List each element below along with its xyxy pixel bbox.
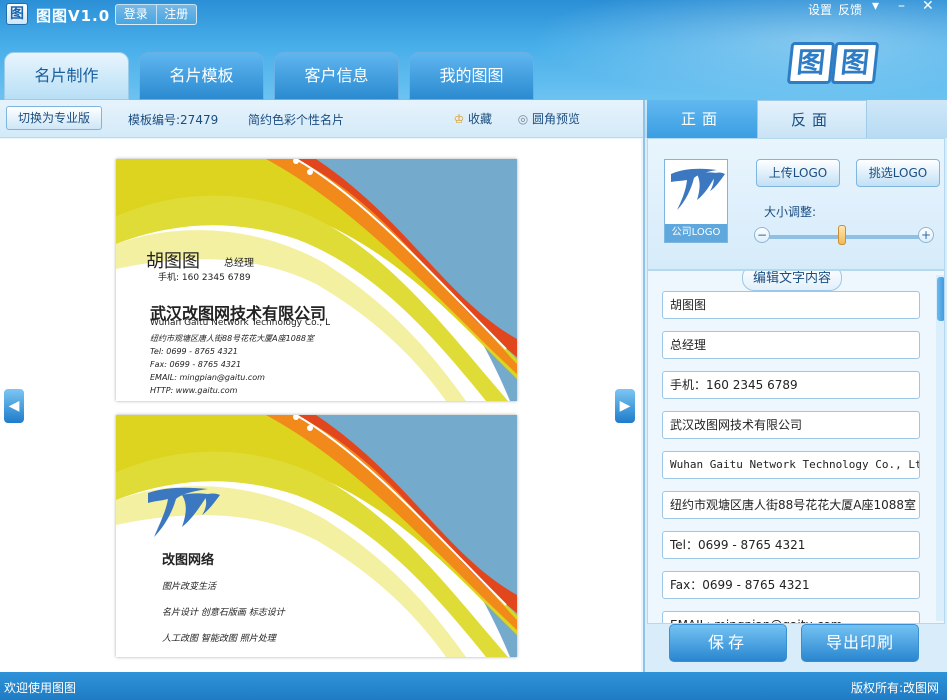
crown-icon: ♔	[453, 111, 465, 126]
title-bar: 图 图图V1.0 登录 注册 设置 反馈 ▾ – ✕ 图 图 名片制作 名片模板…	[0, 0, 947, 100]
favorite-button[interactable]: ♔ 收藏	[452, 110, 492, 127]
round-preview-label: 圆角预览	[532, 112, 581, 126]
size-slider[interactable]	[764, 235, 928, 239]
round-preview-button[interactable]: ◎ 圆角预览	[516, 110, 580, 127]
back-slogan: 图片改变生活	[162, 582, 217, 592]
export-print-button[interactable]: 导出印刷	[801, 624, 919, 662]
card-title: 总经理	[224, 258, 254, 269]
card-company-en: Wuhan Gaitu Network Technology Co., Lt	[150, 318, 330, 328]
arrow-right-icon: ▶	[615, 389, 635, 423]
card-back[interactable]: 改图网络 图片改变生活 名片设计 创意石版画 标志设计 人工改图 智能改图 照片…	[116, 415, 517, 657]
company-logo-preview[interactable]: 公司LOGO	[664, 159, 728, 243]
template-id: 模板编号:27479	[128, 113, 219, 127]
tab-back[interactable]: 反面	[757, 100, 867, 138]
side-tabs: 正面 反面	[645, 100, 947, 138]
app-logo-icon: 图	[6, 3, 28, 25]
round-corner-icon: ◎	[517, 111, 529, 126]
tab-card-making[interactable]: 名片制作	[4, 52, 129, 100]
card-back-waves	[116, 415, 517, 657]
card-address: 纽约市观塘区唐人街88号花花大厦A座1088室	[150, 334, 315, 343]
field-mobile[interactable]: 手机：160 2345 6789	[662, 371, 920, 399]
field-name[interactable]: 胡图图	[662, 291, 920, 319]
copyright-text: 版权所有:改图网	[850, 681, 939, 695]
prev-card-button[interactable]: ◀	[4, 389, 24, 423]
minus-icon[interactable]: −	[754, 227, 770, 243]
card-tel: Tel: 0699 - 8765 4321	[150, 347, 238, 356]
edit-title: 编辑文字内容	[742, 271, 842, 291]
card-front[interactable]: 胡图图 总经理 手机: 160 2345 6789 武汉改图网技术有限公司 Wu…	[116, 159, 517, 401]
brand-logo-tile: 图	[786, 42, 836, 84]
status-bar: 欢迎使用图图 版权所有:改图网	[0, 672, 947, 700]
choose-logo-button[interactable]: 挑选LOGO	[856, 159, 940, 187]
back-services-2: 人工改图 智能改图 照片处理	[162, 634, 276, 644]
brand-logo: 图 图	[786, 40, 881, 86]
field-company-cn[interactable]: 武汉改图网技术有限公司	[662, 411, 920, 439]
field-email[interactable]: EMAIL: mingpian@gaitu.com	[662, 611, 920, 623]
arrow-left-icon: ◀	[4, 389, 24, 423]
card-mobile: 手机: 160 2345 6789	[158, 273, 251, 283]
side-panel: 正面 反面 公司LOGO 上传LOGO 挑选LOGO 大小调整: − + 编辑文…	[643, 100, 947, 672]
system-links: 设置 反馈	[808, 1, 862, 18]
minimize-icon[interactable]: –	[898, 0, 905, 14]
tab-card-templates[interactable]: 名片模板	[139, 52, 264, 100]
logo-panel: 公司LOGO 上传LOGO 挑选LOGO 大小调整: − +	[647, 138, 945, 270]
switch-pro-button[interactable]: 切换为专业版	[6, 106, 102, 130]
text-edit-panel: 编辑文字内容 胡图图 总经理 手机：160 2345 6789 武汉改图网技术有…	[647, 270, 945, 624]
close-icon[interactable]: ✕	[922, 0, 934, 14]
edit-scrollbar[interactable]	[936, 275, 944, 621]
register-button[interactable]: 注册	[155, 5, 197, 24]
tab-my-tutu[interactable]: 我的图图	[409, 52, 534, 100]
login-button[interactable]: 登录	[116, 5, 156, 24]
editor-toolbar: 切换为专业版 模板编号:27479 简约色彩个性名片 ♔ 收藏 ◎ 圆角预览	[0, 100, 643, 138]
next-card-button[interactable]: ▶	[615, 389, 635, 423]
tab-customer-info[interactable]: 客户信息	[274, 52, 399, 100]
save-button[interactable]: 保存	[669, 624, 787, 662]
plus-icon[interactable]: +	[918, 227, 934, 243]
logo-caption: 公司LOGO	[665, 224, 727, 242]
app-title: 图图V1.0	[36, 7, 111, 25]
back-company: 改图网络	[162, 553, 215, 568]
card-web: HTTP: www.gaitu.com	[150, 386, 238, 395]
field-company-en[interactable]: Wuhan Gaitu Network Technology Co., Ltd	[662, 451, 920, 479]
scrollbar-thumb[interactable]	[937, 277, 944, 321]
header-glow	[527, 0, 947, 100]
auth-group: 登录 注册	[115, 4, 197, 25]
company-logo-icon	[671, 168, 725, 210]
size-label: 大小调整:	[764, 205, 817, 219]
tab-front[interactable]: 正面	[647, 100, 757, 138]
size-slider-thumb[interactable]	[838, 225, 846, 245]
main-tabs: 名片制作 名片模板 客户信息 我的图图	[4, 52, 534, 100]
feedback-link[interactable]: 反馈	[838, 1, 862, 18]
welcome-text: 欢迎使用图图	[4, 681, 77, 695]
brand-logo-tile: 图	[830, 42, 880, 84]
field-address[interactable]: 纽约市观塘区唐人街88号花花大厦A座1088室	[662, 491, 920, 519]
template-name: 简约色彩个性名片	[248, 113, 345, 127]
card-fax: Fax: 0699 - 8765 4321	[150, 360, 242, 369]
dropdown-icon[interactable]: ▾	[872, 0, 879, 14]
upload-logo-button[interactable]: 上传LOGO	[756, 159, 840, 187]
card-email: EMAIL: mingpian@gaitu.com	[150, 373, 265, 382]
field-tel[interactable]: Tel：0699 - 8765 4321	[662, 531, 920, 559]
favorite-label: 收藏	[468, 112, 493, 126]
back-services-1: 名片设计 创意石版画 标志设计	[162, 608, 285, 618]
field-fax[interactable]: Fax：0699 - 8765 4321	[662, 571, 920, 599]
field-title[interactable]: 总经理	[662, 331, 920, 359]
settings-link[interactable]: 设置	[808, 1, 832, 18]
